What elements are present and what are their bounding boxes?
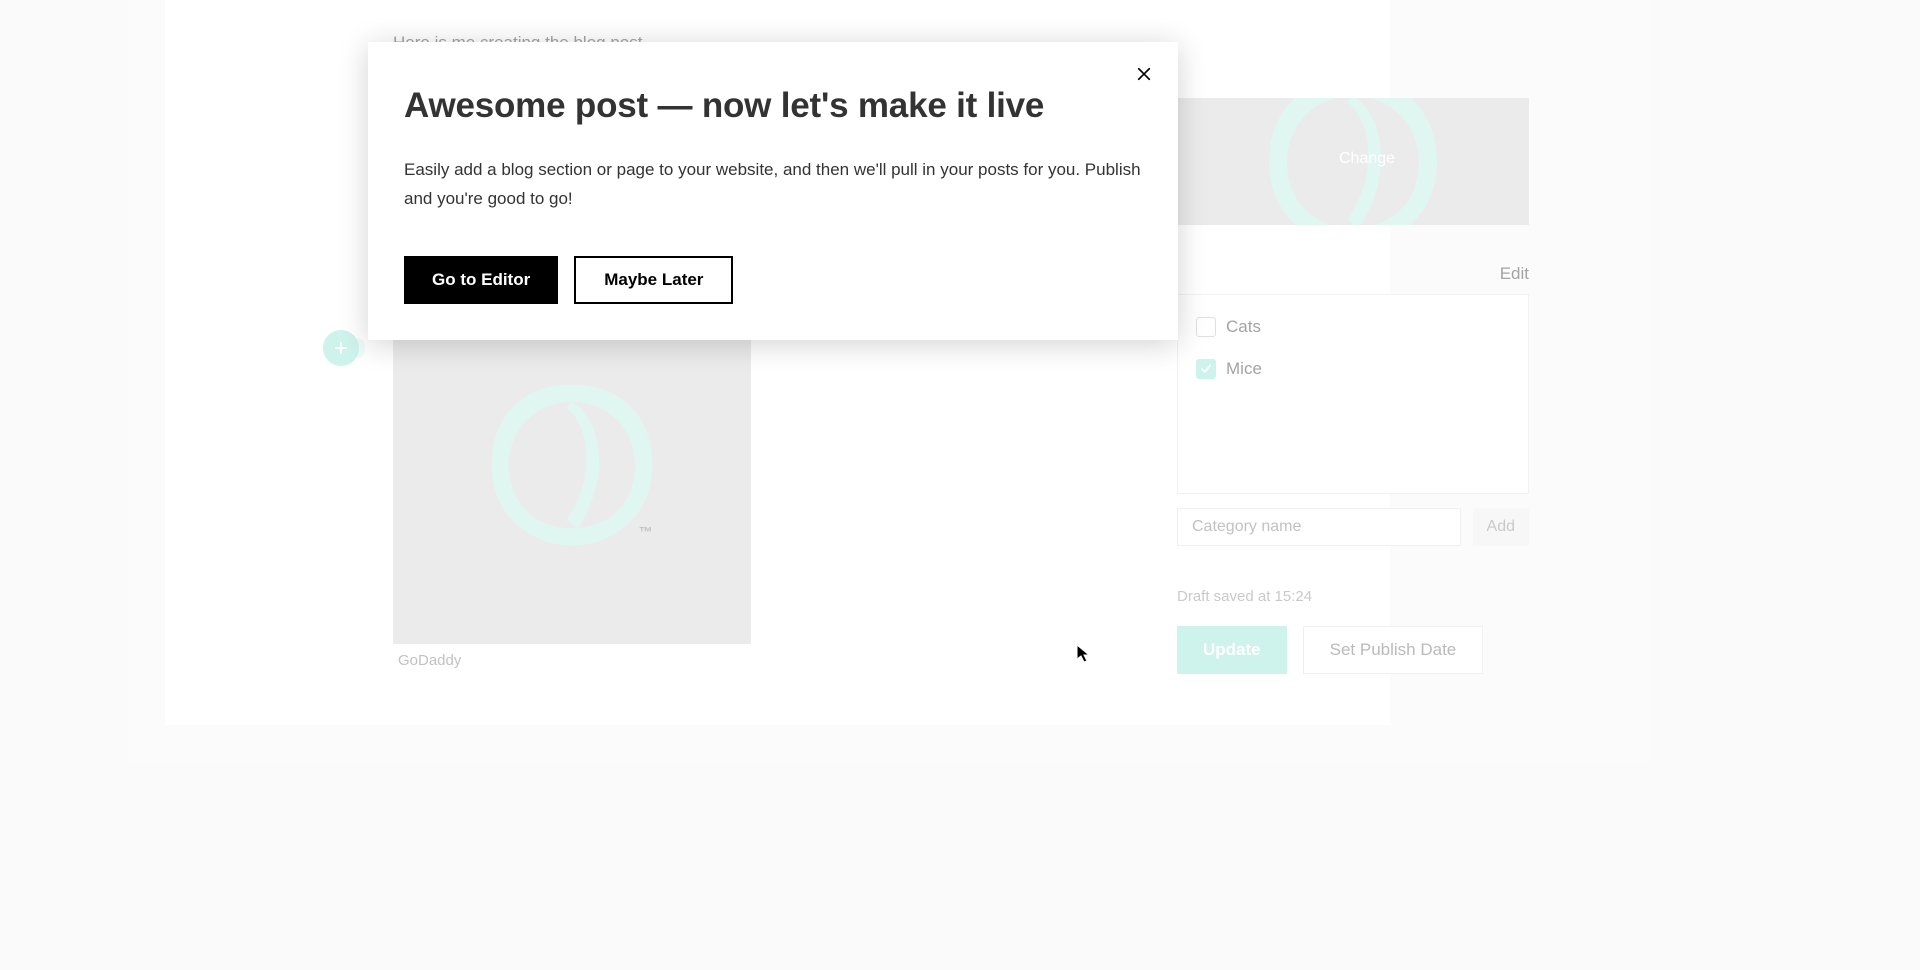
- maybe-later-button[interactable]: Maybe Later: [574, 256, 733, 304]
- modal-body: Easily add a blog section or page to you…: [404, 156, 1142, 214]
- go-to-editor-button[interactable]: Go to Editor: [404, 256, 558, 304]
- close-icon: [1135, 65, 1153, 83]
- modal-actions: Go to Editor Maybe Later: [404, 256, 1142, 304]
- publish-modal: Awesome post — now let's make it live Ea…: [368, 42, 1178, 340]
- close-modal-button[interactable]: [1132, 62, 1156, 86]
- modal-title: Awesome post — now let's make it live: [404, 86, 1142, 126]
